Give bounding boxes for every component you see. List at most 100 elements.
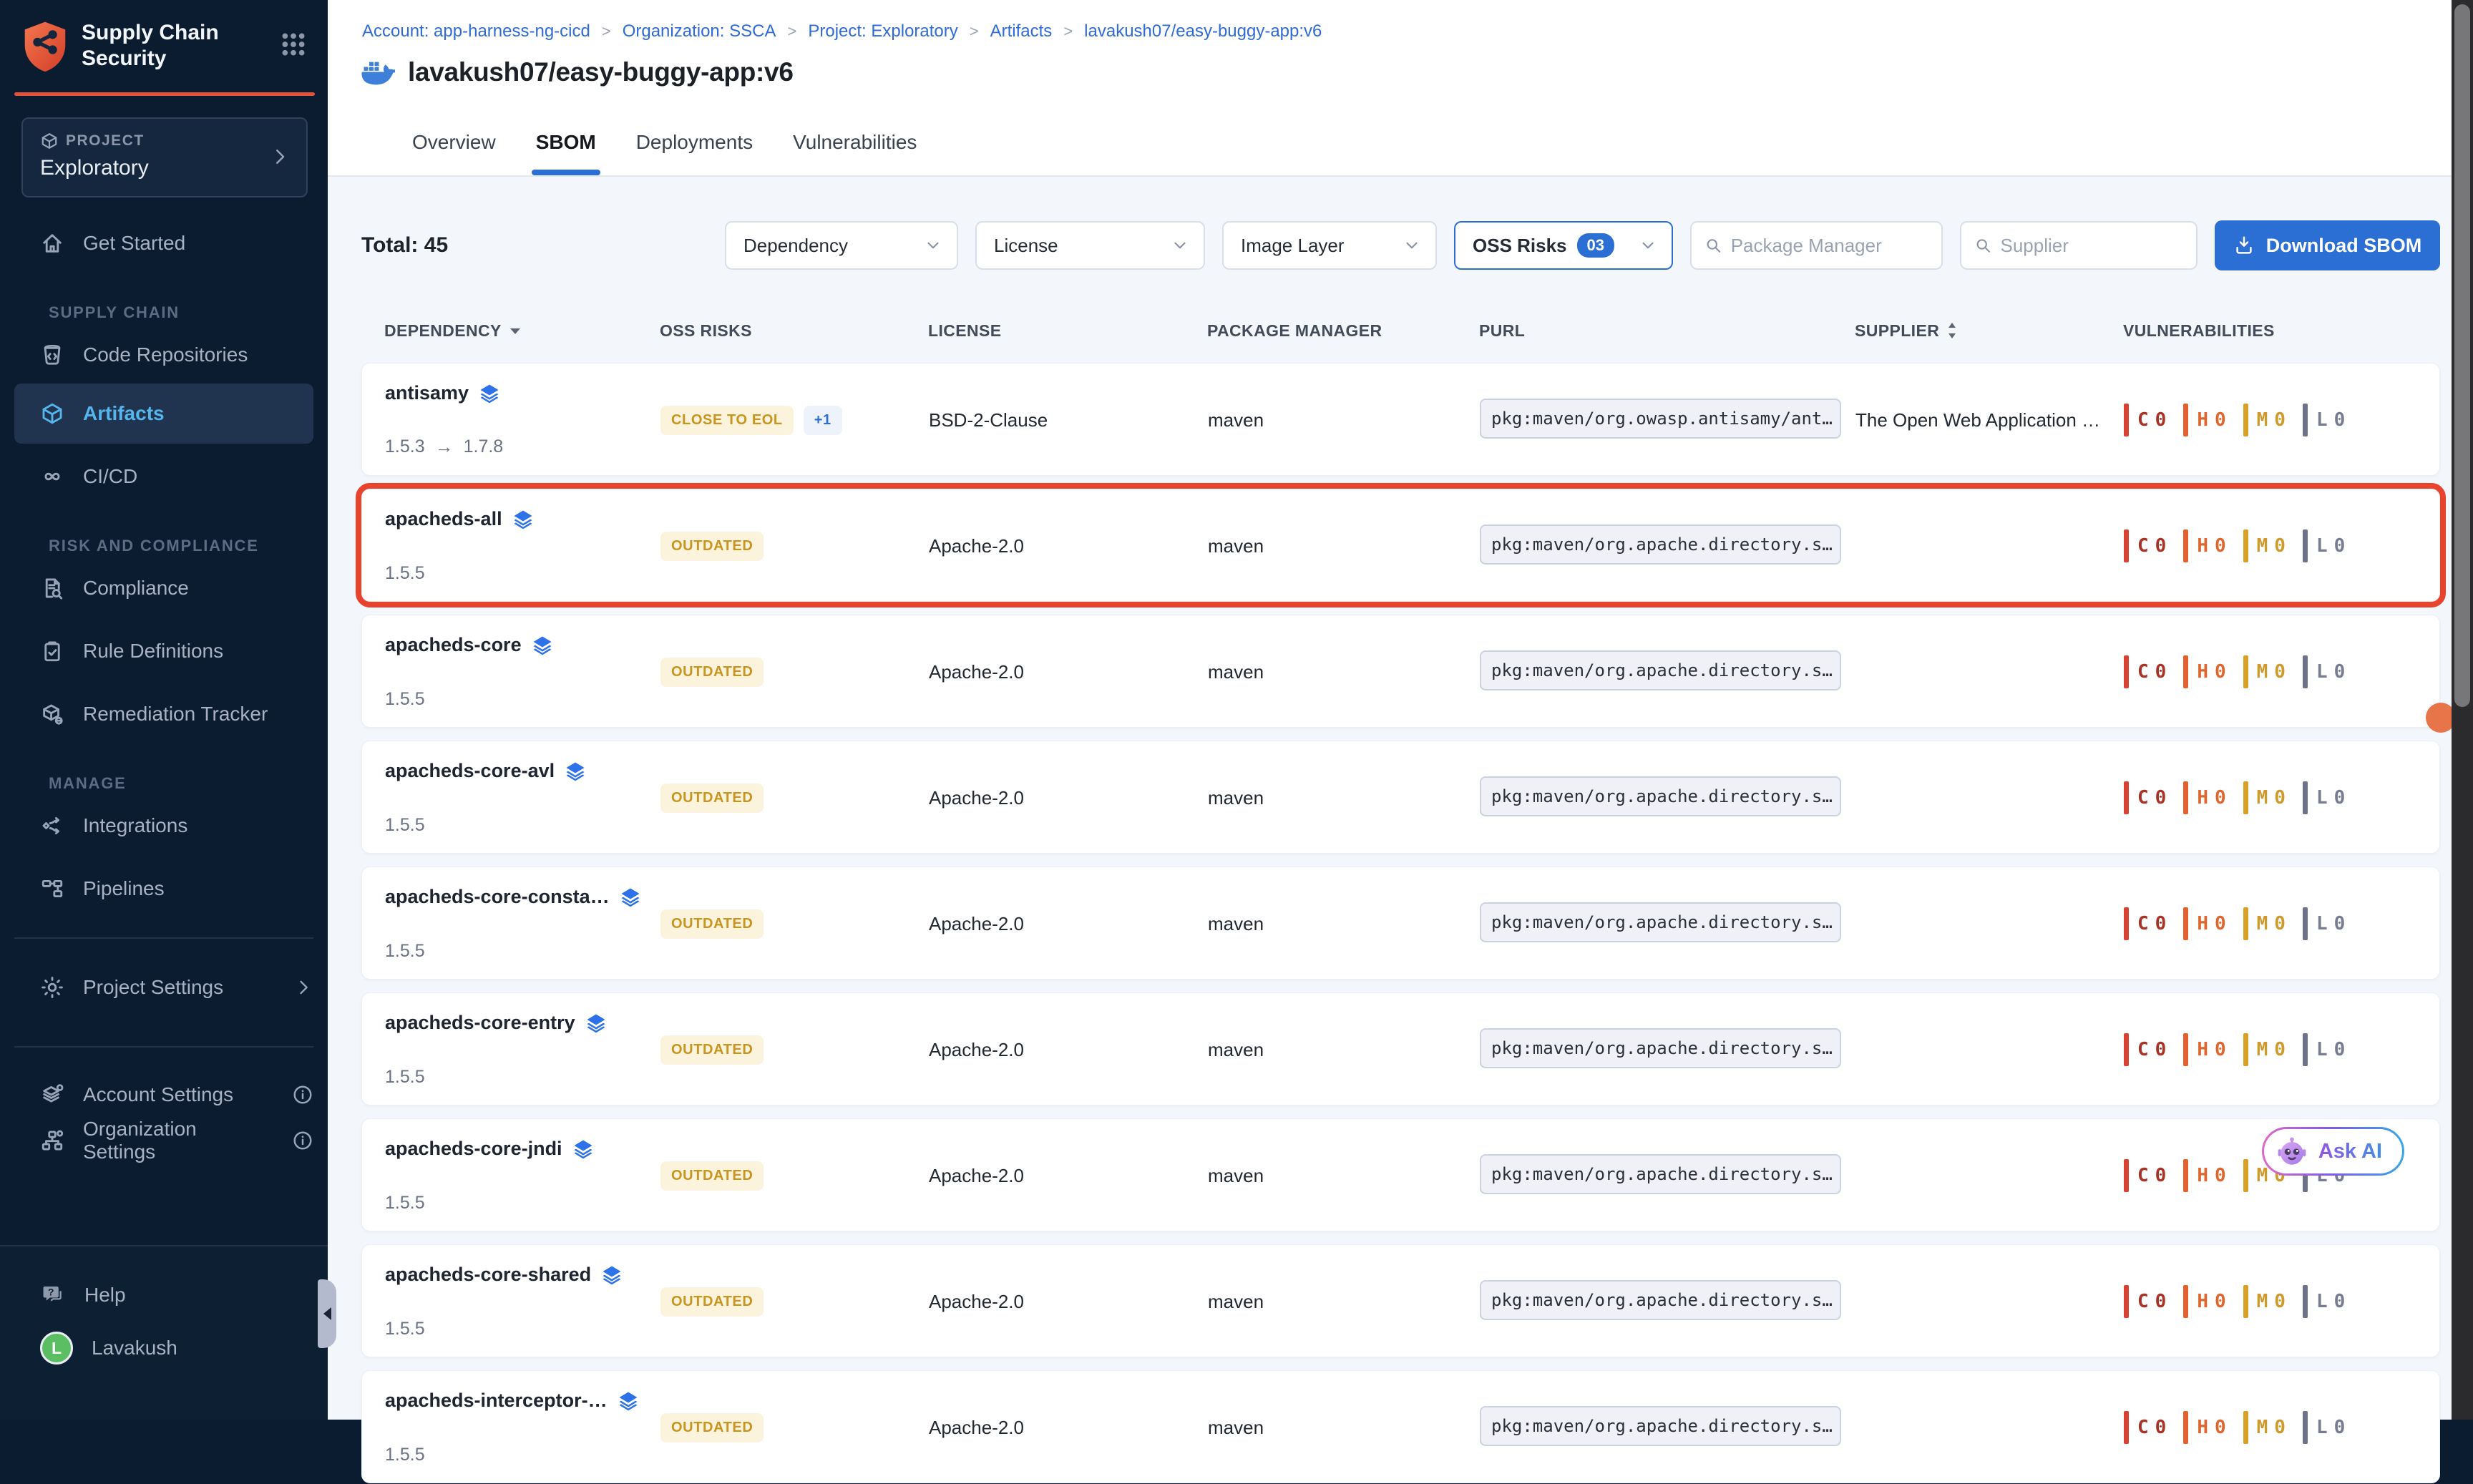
sidebar-item-compliance[interactable]: Compliance	[0, 565, 328, 611]
purl-pill[interactable]: pkg:maven/org.apache.directory.s…	[1480, 776, 1841, 816]
breadcrumb-separator: >	[1063, 22, 1073, 41]
purl-pill[interactable]: pkg:maven/org.apache.directory.s…	[1480, 1154, 1841, 1194]
info-icon[interactable]	[292, 1130, 313, 1151]
vuln-low: L0	[2303, 655, 2345, 688]
dependency-name[interactable]: apacheds-core-entry	[385, 1012, 575, 1034]
info-icon[interactable]	[292, 1084, 313, 1105]
breadcrumb-artifacts[interactable]: Artifacts	[990, 21, 1053, 42]
image-layer-filter-dropdown[interactable]: Image Layer	[1222, 221, 1437, 270]
app-title: Supply Chain Security	[82, 20, 232, 72]
purl-pill[interactable]: pkg:maven/org.apache.directory.s…	[1480, 1406, 1841, 1446]
dependency-name[interactable]: apacheds-core-jndi	[385, 1138, 562, 1160]
dependency-name[interactable]: antisamy	[385, 382, 469, 404]
vuln-critical: C0	[2124, 404, 2166, 436]
tab-overview[interactable]: Overview	[412, 124, 496, 175]
tab-deployments[interactable]: Deployments	[636, 124, 753, 175]
package-manager-input[interactable]	[1731, 235, 1928, 257]
table-row[interactable]: apacheds-core-jndi 1.5.5 OUTDATED Apache…	[361, 1118, 2440, 1231]
project-selector[interactable]: PROJECT Exploratory	[21, 117, 308, 197]
sidebar-item-code-repositories[interactable]: Code Repositories	[0, 332, 328, 378]
dependency-name[interactable]: apacheds-core	[385, 634, 522, 656]
sidebar-collapse-handle[interactable]	[318, 1279, 336, 1348]
purl-pill[interactable]: pkg:maven/org.owasp.antisamy/ant…	[1480, 399, 1841, 439]
sidebar-item-artifacts[interactable]: Artifacts	[14, 384, 313, 444]
more-risks-badge[interactable]: +1	[804, 406, 842, 435]
vuln-high: H0	[2183, 404, 2225, 436]
purl-pill[interactable]: pkg:maven/org.apache.directory.s…	[1480, 1028, 1841, 1068]
sidebar-item-project-settings[interactable]: Project Settings	[0, 965, 328, 1010]
sidebar-item-organization-settings[interactable]: Organization Settings	[0, 1118, 328, 1163]
scrollbar-thumb[interactable]	[2454, 4, 2470, 707]
breadcrumb-organization[interactable]: Organization: SSCA	[623, 21, 776, 42]
supplier-input[interactable]	[2001, 235, 2184, 257]
upgrade-arrow-icon: →	[435, 436, 454, 458]
breadcrumb-account[interactable]: Account: app-harness-ng-cicd	[362, 21, 590, 42]
column-package-manager[interactable]: PACKAGE MANAGER	[1207, 321, 1479, 341]
sidebar-item-account-settings[interactable]: Account Settings	[0, 1072, 328, 1118]
purl-pill[interactable]: pkg:maven/org.apache.directory.s…	[1480, 524, 1841, 565]
sidebar-item-remediation-tracker[interactable]: Remediation Tracker	[0, 691, 328, 737]
dependency-name[interactable]: apacheds-core-avl	[385, 760, 555, 782]
search-icon	[1974, 235, 1992, 255]
user-name: Lavakush	[92, 1337, 177, 1359]
sidebar-item-integrations[interactable]: Integrations	[0, 803, 328, 849]
breadcrumb-separator: >	[787, 22, 796, 41]
column-license[interactable]: LICENSE	[928, 321, 1207, 341]
dependency-filter-dropdown[interactable]: Dependency	[725, 221, 958, 270]
sidebar-item-get-started[interactable]: Get Started	[0, 220, 328, 266]
table-row[interactable]: apacheds-core 1.5.5 OUTDATED Apache-2.0 …	[361, 615, 2440, 728]
breadcrumb-project[interactable]: Project: Exploratory	[808, 21, 957, 42]
column-vulnerabilities[interactable]: VULNERABILITIES	[2123, 321, 2440, 341]
table-row[interactable]: apacheds-core-shared 1.5.5 OUTDATED Apac…	[361, 1244, 2440, 1357]
column-purl[interactable]: PURL	[1479, 321, 1855, 341]
dependency-name[interactable]: apacheds-interceptor-…	[385, 1390, 608, 1412]
sidebar-item-label: Artifacts	[83, 402, 165, 425]
table-row[interactable]: antisamy 1.5.3→1.7.8 CLOSE TO EOL+1 BSD-…	[361, 363, 2440, 476]
user-menu[interactable]: L Lavakush	[0, 1325, 328, 1371]
sidebar-item-cicd[interactable]: CI/CD	[0, 454, 328, 499]
dependency-version: 1.5.5	[385, 689, 660, 710]
toolbar: Total: 45 Dependency License Image Layer…	[361, 220, 2440, 270]
supplier-search[interactable]	[1960, 221, 2198, 270]
column-oss-risks[interactable]: OSS RISKS	[660, 321, 928, 341]
license-value: Apache-2.0	[929, 787, 1208, 809]
supplier-value: The Open Web Application …	[1855, 409, 2124, 431]
column-supplier[interactable]: SUPPLIER	[1855, 321, 2123, 341]
tab-vulnerabilities[interactable]: Vulnerabilities	[793, 124, 917, 175]
dependency-name[interactable]: apacheds-core-shared	[385, 1264, 591, 1286]
sidebar-divider	[14, 1046, 313, 1048]
table-row[interactable]: apacheds-all 1.5.5 OUTDATED Apache-2.0 m…	[361, 489, 2440, 602]
tab-sbom[interactable]: SBOM	[536, 124, 596, 175]
scrollbar-track[interactable]	[2452, 0, 2473, 1420]
vuln-low: L0	[2303, 529, 2345, 562]
purl-pill[interactable]: pkg:maven/org.apache.directory.s…	[1480, 1280, 1841, 1320]
purl-pill[interactable]: pkg:maven/org.apache.directory.s…	[1480, 650, 1841, 690]
sidebar-item-pipelines[interactable]: Pipelines	[0, 866, 328, 912]
project-cube-icon	[40, 132, 59, 150]
risk-badge: OUTDATED	[660, 658, 764, 687]
sidebar-item-rule-definitions[interactable]: Rule Definitions	[0, 628, 328, 674]
sidebar-item-label: Compliance	[83, 577, 189, 600]
breadcrumb-artifact-name[interactable]: lavakush07/easy-buggy-app:v6	[1084, 21, 1322, 42]
ask-ai-button[interactable]: Ask AI	[2262, 1127, 2404, 1176]
license-value: BSD-2-Clause	[929, 409, 1208, 431]
dependency-version: 1.5.5	[385, 1193, 660, 1214]
chevron-down-icon	[1171, 236, 1189, 255]
app-switcher-grid-icon[interactable]	[279, 30, 308, 62]
vuln-critical: C0	[2124, 781, 2166, 814]
table-row[interactable]: apacheds-core-consta… 1.5.5 OUTDATED Apa…	[361, 867, 2440, 980]
table-row[interactable]: apacheds-core-entry 1.5.5 OUTDATED Apach…	[361, 992, 2440, 1105]
column-dependency[interactable]: DEPENDENCY	[384, 321, 660, 341]
license-filter-dropdown[interactable]: License	[975, 221, 1205, 270]
oss-risks-filter-dropdown[interactable]: OSS Risks 03	[1454, 221, 1673, 270]
dependency-name[interactable]: apacheds-all	[385, 508, 502, 530]
download-sbom-button[interactable]: Download SBOM	[2215, 220, 2440, 270]
sidebar-item-help[interactable]: ? Help	[0, 1272, 328, 1318]
dependency-name[interactable]: apacheds-core-consta…	[385, 886, 610, 908]
vulnerabilities-cell: C0H0M0L0	[2124, 1411, 2439, 1444]
table-row[interactable]: apacheds-core-avl 1.5.5 OUTDATED Apache-…	[361, 741, 2440, 854]
purl-pill[interactable]: pkg:maven/org.apache.directory.s…	[1480, 902, 1841, 942]
table-row[interactable]: apacheds-interceptor-… 1.5.5 OUTDATED Ap…	[361, 1370, 2440, 1483]
package-manager-search[interactable]	[1690, 221, 1943, 270]
dependency-version: 1.5.5	[385, 815, 660, 836]
